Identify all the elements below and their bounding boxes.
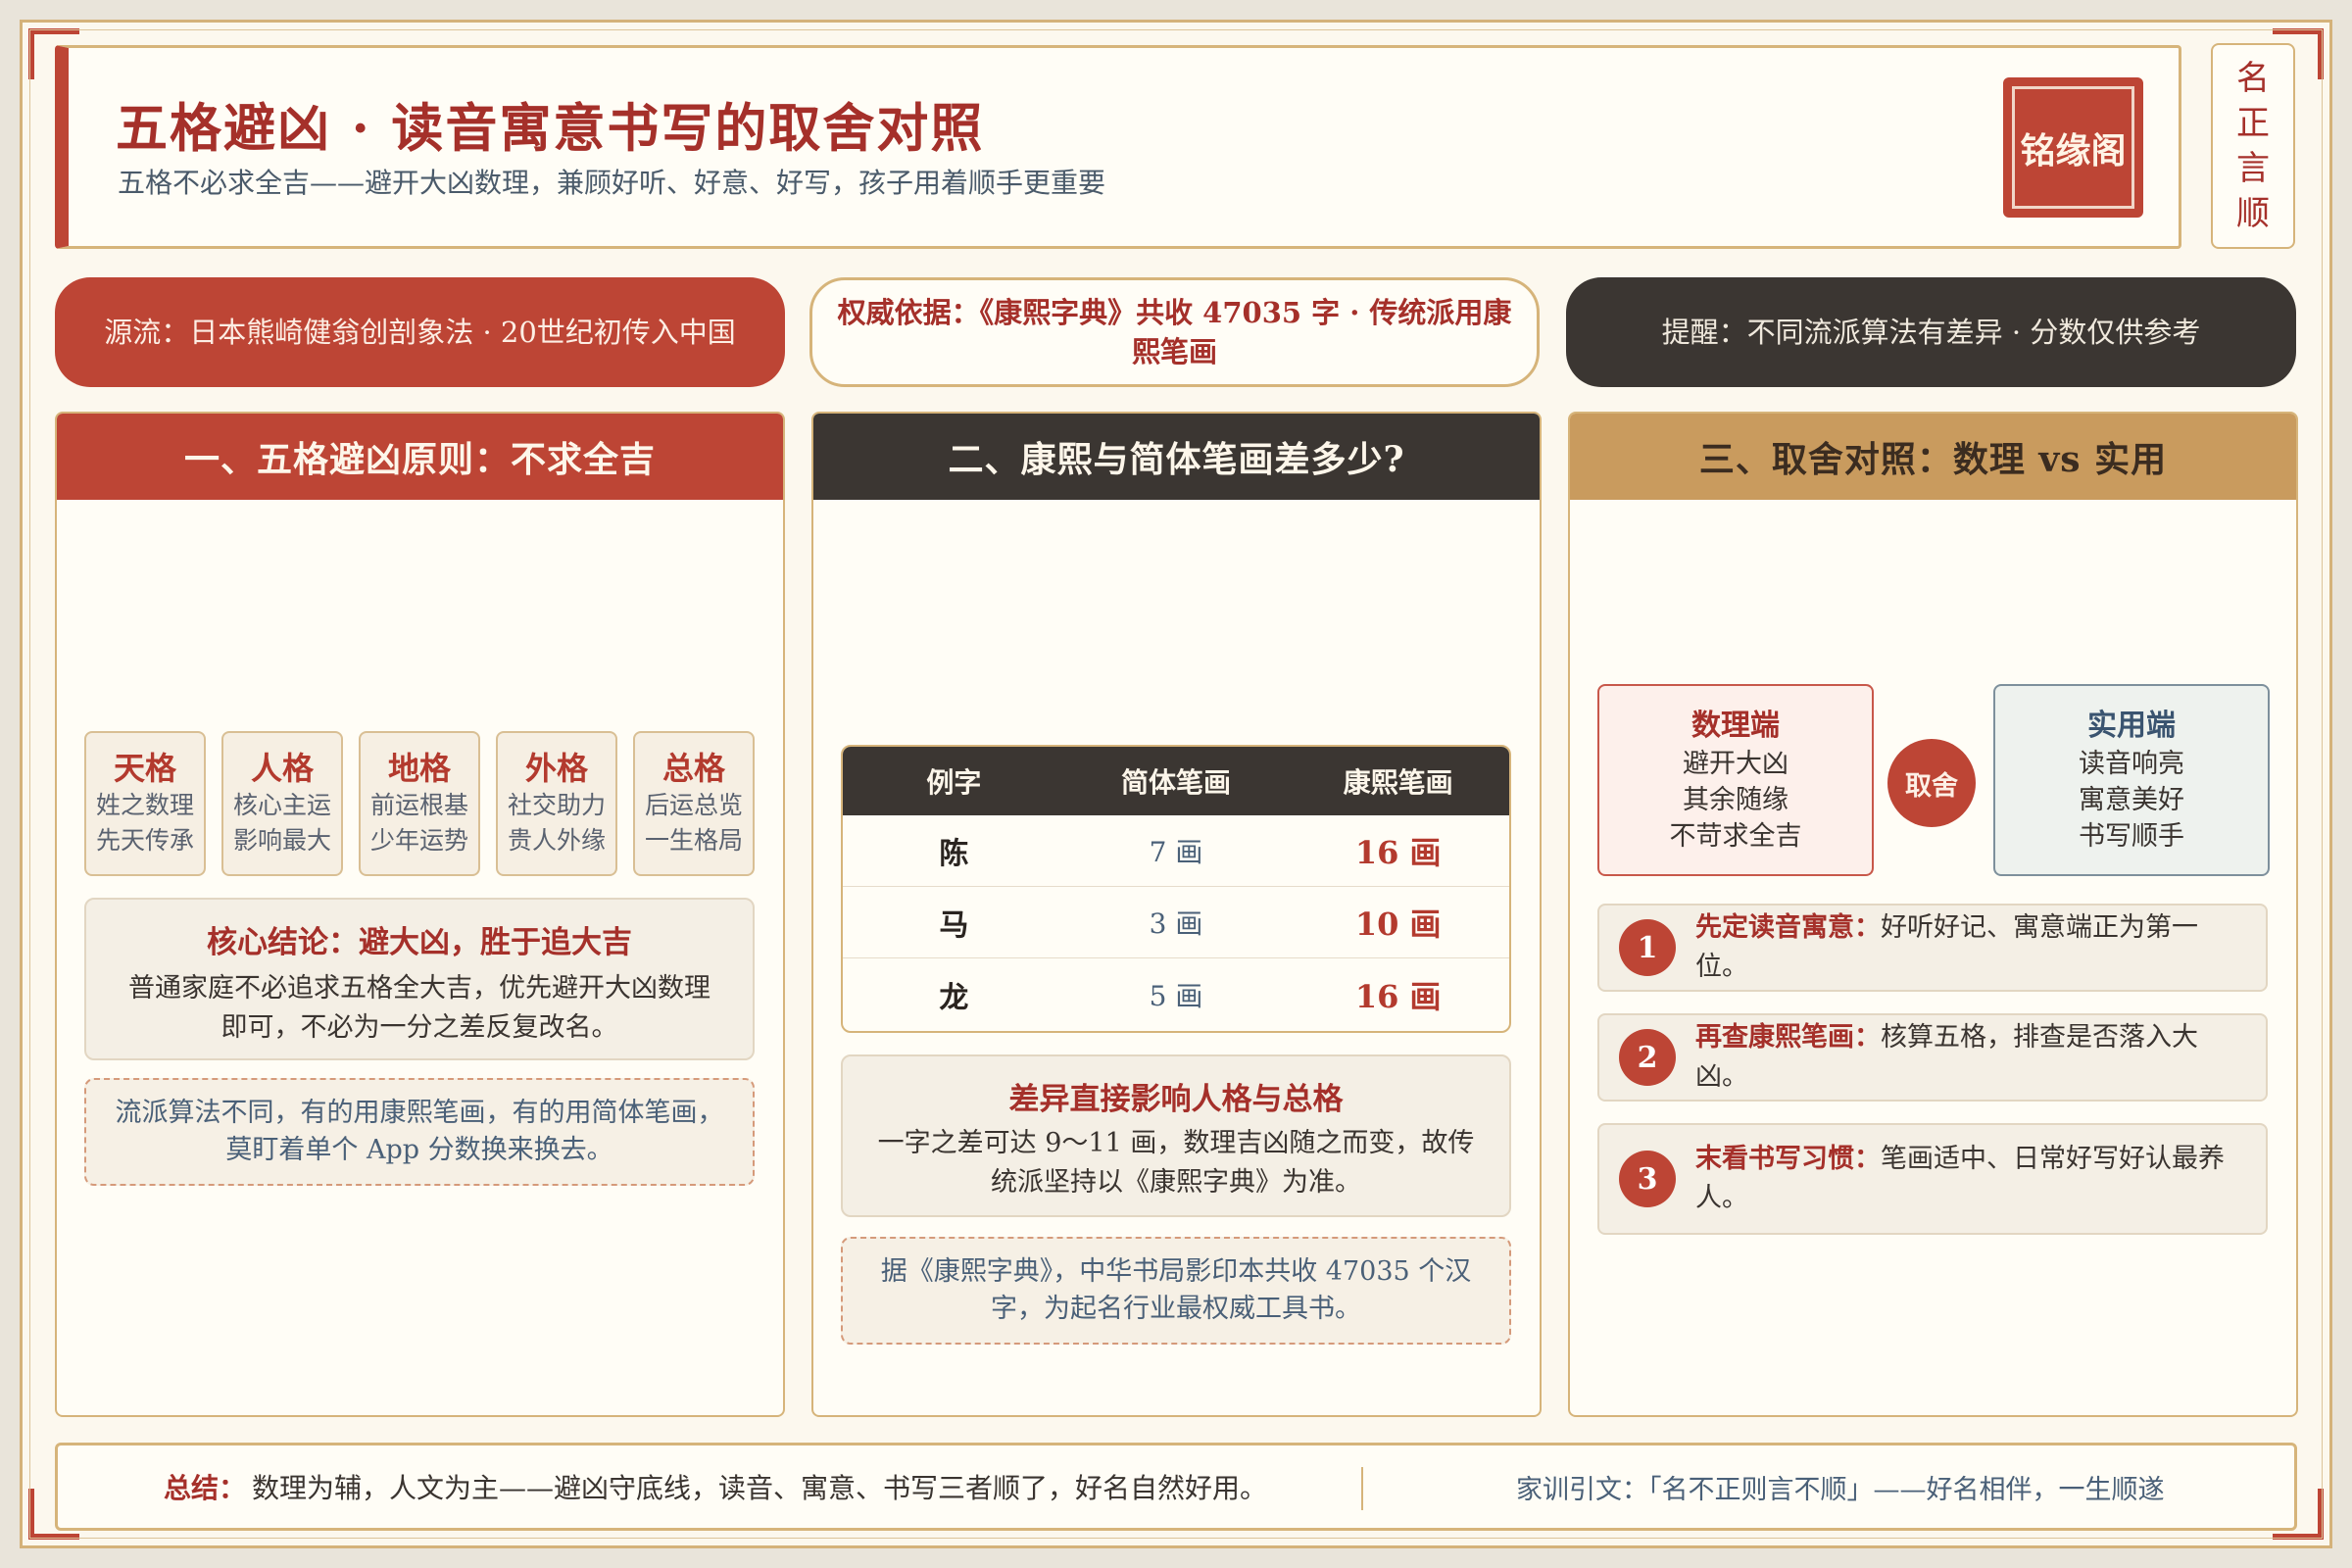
grid-card-zong: 总格 后运总览 一生格局 (633, 731, 755, 876)
side-card-title: 数理端 (1691, 708, 1780, 743)
kangxi-strokes: 16 画 (1354, 977, 1442, 1015)
seal-text: 铭缘阁 (2012, 86, 2134, 209)
panel-tradeoff: 三、取舍对照：数理 vs 实用 数理端 避开大凶 其余随缘 不苛求全吉 取舍 实… (1568, 412, 2298, 1417)
table-row: 龙 5 画 16 画 (843, 958, 1509, 1030)
grid-desc: 贵人外缘 (507, 826, 606, 855)
footer-divider (1361, 1467, 1363, 1510)
grid-name: 人格 (250, 750, 314, 787)
core-conclusion-text: 普通家庭不必追求五格全大吉，优先避开大凶数理即可，不必为一分之差反复改名。 (128, 973, 710, 1043)
grid-card-di: 地格 前运根基 少年运势 (359, 731, 480, 876)
side-card-line: 寓意美好 (2079, 784, 2184, 815)
summary-text: 数理为辅，人文为主——避凶守底线，读音、寓意、书写三者顺了，好名自然好用。 (252, 1472, 1268, 1504)
grid-desc: 姓之数理 (95, 791, 194, 819)
grid-desc: 影响最大 (232, 826, 331, 855)
step-number-badge: 3 (1619, 1151, 1676, 1207)
side-motto-tag: 名 正 言 顺 (2211, 43, 2295, 249)
kangxi-strokes: 10 画 (1354, 906, 1442, 943)
grid-card-tian: 天格 姓之数理 先天传承 (84, 731, 206, 876)
grid-desc: 前运根基 (369, 791, 468, 819)
difference-title: 差异直接影响人格与总格 (1008, 1082, 1344, 1117)
step-key: 再查康熙笔画： (1695, 1022, 1881, 1053)
grid-desc: 少年运势 (369, 826, 468, 855)
grid-desc: 后运总览 (644, 791, 743, 819)
motto-char: 言 (2236, 149, 2270, 188)
step-key: 末看书写习惯： (1695, 1144, 1881, 1174)
side-card-line: 其余随缘 (1683, 784, 1788, 815)
motto-char: 正 (2236, 104, 2270, 143)
simplified-strokes: 5 画 (1149, 979, 1203, 1012)
family-motto-quote: 家训引文：「名不正则言不顺」——好名相伴，一生顺遂 (1516, 1474, 2165, 1505)
panel-principles: 一、五格避凶原则：不求全吉 天格 姓之数理 先天传承 人格 核心主运 影响最大 … (55, 412, 785, 1417)
page-subtitle: 五格不必求全吉——避开大凶数理，兼顾好听、好意、好写，孩子用着顺手更重要 (118, 167, 1106, 199)
step-item: 2 再查康熙笔画：核算五格，排查是否落入大凶。 (1597, 1013, 2268, 1102)
reminder-pill: 提醒：不同流派算法有差异 · 分数仅供参考 (1566, 277, 2296, 387)
panel-title: 二、康熙与简体笔画差多少? (813, 414, 1540, 500)
core-conclusion-title: 核心结论：避大凶，胜于追大吉 (207, 925, 632, 960)
panel-title: 一、五格避凶原则：不求全吉 (57, 414, 783, 500)
motto-char: 顺 (2236, 194, 2270, 233)
kangxi-strokes: 16 画 (1354, 834, 1442, 871)
tradeoff-circle: 取舍 (1887, 739, 1976, 827)
grid-name: 总格 (662, 750, 725, 787)
table-header: 例字 简体笔画 康熙笔画 (843, 747, 1509, 815)
side-card-line: 避开大凶 (1683, 748, 1788, 779)
step-key: 先定读音寓意： (1695, 912, 1881, 943)
origin-pill: 源流：日本熊崎健翁创剖象法 · 20世纪初传入中国 (55, 277, 785, 387)
grid-desc: 社交助力 (507, 791, 606, 819)
step-item: 3 末看书写习惯：笔画适中、日常好写好认最养人。 (1597, 1123, 2268, 1235)
side-card-line: 不苛求全吉 (1669, 820, 1802, 852)
header-banner: 五格避凶 · 读音寓意书写的取舍对照 五格不必求全吉——避开大凶数理，兼顾好听、… (55, 45, 2181, 249)
summary-label: 总结： (164, 1472, 247, 1504)
column-header: 康熙笔画 (1343, 766, 1453, 799)
footer-bar: 总结： 数理为辅，人文为主——避凶守底线，读音、寓意、书写三者顺了，好名自然好用… (55, 1443, 2297, 1531)
example-char: 陈 (939, 837, 969, 871)
numerology-side-card: 数理端 避开大凶 其余随缘 不苛求全吉 (1597, 684, 1874, 876)
grid-desc: 核心主运 (232, 791, 331, 819)
side-card-line: 读音响亮 (2079, 748, 2184, 779)
column-header: 简体笔画 (1121, 766, 1232, 799)
grid-name: 天格 (113, 750, 176, 787)
table-row: 陈 7 画 16 画 (843, 815, 1509, 887)
grid-card-wai: 外格 社交助力 贵人外缘 (496, 731, 617, 876)
example-char: 龙 (939, 980, 969, 1015)
practical-side-card: 实用端 读音响亮 寓意美好 书写顺手 (1993, 684, 2270, 876)
step-number-badge: 1 (1619, 919, 1676, 976)
authority-pill: 权威依据：《康熙字典》共收 47035 字 · 传统派用康熙笔画 (809, 277, 1540, 387)
simplified-strokes: 3 画 (1149, 907, 1203, 940)
dictionary-note: 据《康熙字典》，中华书局影印本共收 47035 个汉字，为起名行业最权威工具书。 (841, 1237, 1511, 1345)
simplified-strokes: 7 画 (1149, 836, 1203, 868)
grid-desc: 一生格局 (644, 826, 743, 855)
five-grids-row: 天格 姓之数理 先天传承 人格 核心主运 影响最大 地格 前运根基 少年运势 外… (84, 731, 755, 876)
seal-stamp: 铭缘阁 (2003, 77, 2143, 218)
example-char: 马 (939, 908, 969, 943)
school-note: 流派算法不同，有的用康熙笔画，有的用简体笔画，莫盯着单个 App 分数换来换去。 (84, 1078, 755, 1186)
motto-char: 名 (2236, 59, 2270, 98)
side-card-line: 书写顺手 (2079, 820, 2184, 852)
grid-name: 外格 (524, 750, 588, 787)
grid-card-ren: 人格 核心主运 影响最大 (221, 731, 343, 876)
panel-stroke-compare: 二、康熙与简体笔画差多少? 例字 简体笔画 康熙笔画 陈 7 画 16 画 马 … (811, 412, 1542, 1417)
column-header: 例字 (926, 766, 982, 799)
step-number-badge: 2 (1619, 1029, 1676, 1086)
table-row: 马 3 画 10 画 (843, 887, 1509, 958)
step-item: 1 先定读音寓意：好听好记、寓意端正为第一位。 (1597, 904, 2268, 992)
grid-desc: 先天传承 (95, 826, 194, 855)
difference-text: 一字之差可达 9～11 画，数理吉凶随之而变，故传统派坚持以《康熙字典》为准。 (877, 1128, 1475, 1198)
side-card-title: 实用端 (2087, 708, 2176, 743)
stroke-table: 例字 简体笔画 康熙笔画 陈 7 画 16 画 马 3 画 10 画 龙 5 画… (841, 745, 1511, 1033)
page-title: 五格避凶 · 读音寓意书写的取舍对照 (116, 98, 985, 159)
core-conclusion-box: 核心结论：避大凶，胜于追大吉 普通家庭不必追求五格全大吉，优先避开大凶数理即可，… (84, 898, 755, 1060)
difference-box: 差异直接影响人格与总格 一字之差可达 9～11 画，数理吉凶随之而变，故传统派坚… (841, 1054, 1511, 1217)
grid-name: 地格 (387, 750, 451, 787)
panel-title: 三、取舍对照：数理 vs 实用 (1570, 414, 2296, 500)
